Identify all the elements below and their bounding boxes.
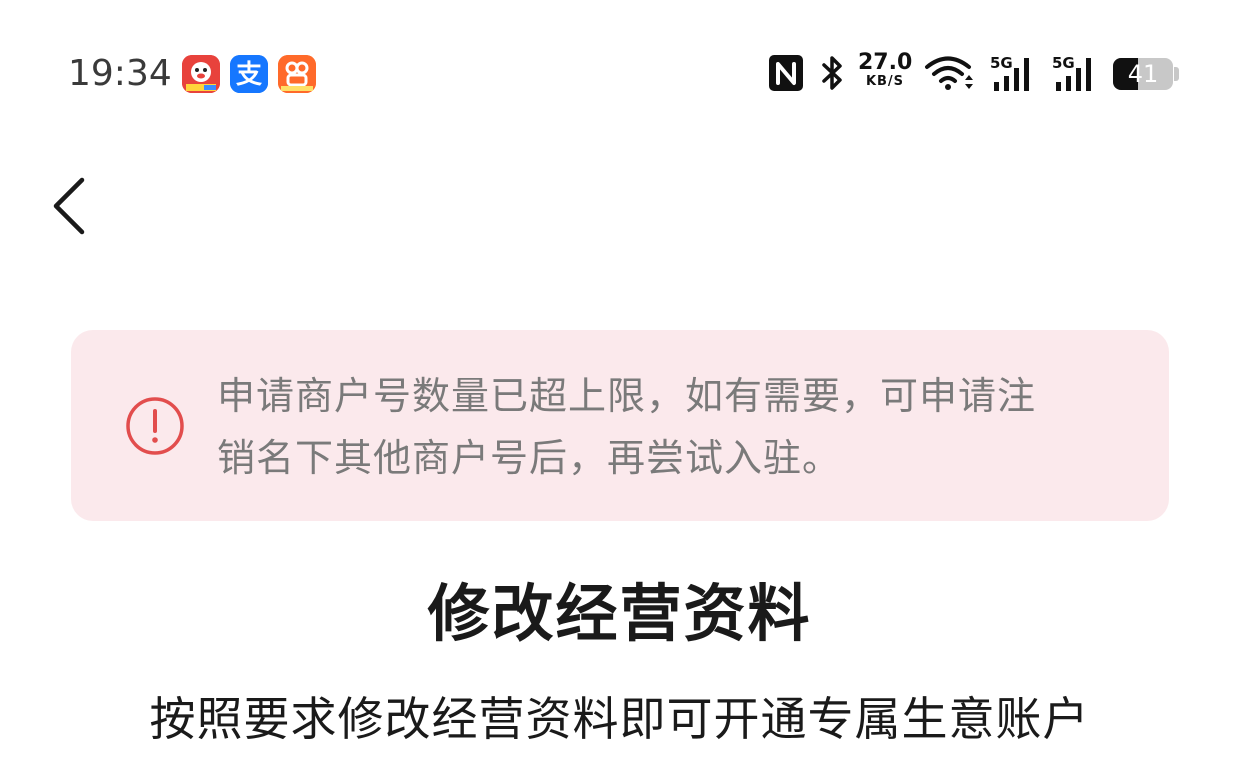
network-speed-value: 27.0 (858, 50, 913, 75)
signal-icon: 5G (990, 54, 1038, 94)
exclamation-circle-icon (126, 397, 184, 455)
kuaishou-app-icon (278, 55, 316, 93)
warning-banner: 申请商户号数量已超上限，如有需要，可申请注 销名下其他商户号后，再尝试入驻。 (71, 330, 1169, 521)
page-title: 修改经营资料 (427, 577, 812, 650)
battery-percent: 41 (1127, 60, 1159, 88)
nfc-icon (768, 54, 804, 92)
svg-text:支: 支 (236, 60, 262, 90)
back-button[interactable] (40, 170, 100, 242)
app-screen: 19:34 支 27.0 KB/S 5G 5G 41 申请商户号数量已超上限，如… (0, 0, 1239, 771)
jd-app-icon (182, 55, 220, 93)
warning-message-line-1: 申请商户号数量已超上限，如有需要，可申请注 (217, 374, 1037, 418)
battery-tip (1174, 67, 1179, 81)
warning-message: 申请商户号数量已超上限，如有需要，可申请注 销名下其他商户号后，再尝试入驻。 (217, 365, 1117, 489)
wifi-icon (924, 54, 976, 92)
signal-1-label: 5G (990, 54, 1013, 72)
chevron-left-icon (53, 177, 85, 235)
warning-message-line-2: 销名下其他商户号后，再尝试入驻。 (217, 436, 842, 480)
network-speed: 27.0 KB/S (858, 52, 912, 90)
signal-2-label: 5G (1052, 54, 1075, 72)
signal-icon: 5G (1052, 54, 1100, 94)
bluetooth-icon (820, 54, 846, 92)
alipay-app-icon: 支 (230, 55, 268, 93)
status-bar: 19:34 支 27.0 KB/S 5G 5G 41 (0, 0, 1239, 148)
battery-icon: 41 (1113, 58, 1173, 90)
network-speed-unit: KB/S (865, 74, 905, 89)
page-subtitle: 按照要求修改经营资料即可开通专属生意账户 (149, 692, 1090, 746)
status-time: 19:34 (68, 53, 172, 94)
